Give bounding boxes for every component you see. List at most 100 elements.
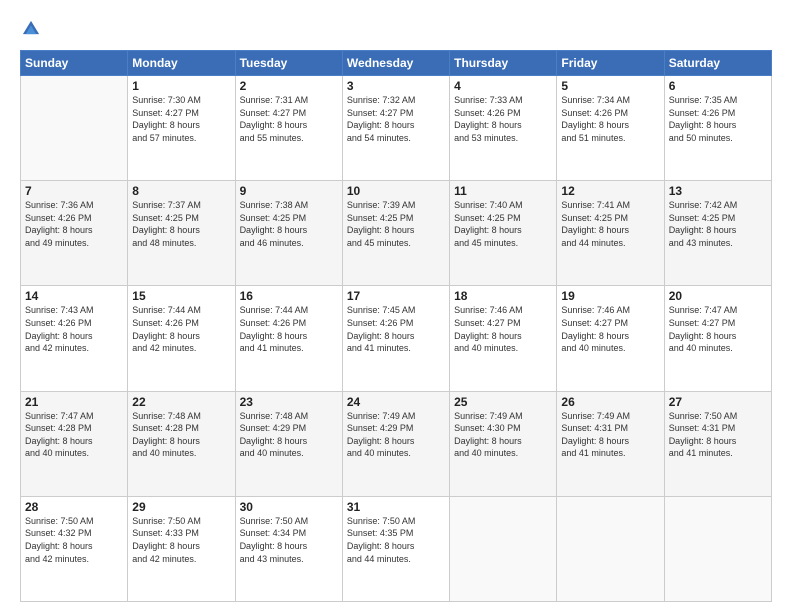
day-info: Sunrise: 7:46 AM Sunset: 4:27 PM Dayligh… bbox=[454, 304, 552, 354]
week-row-1: 1Sunrise: 7:30 AM Sunset: 4:27 PM Daylig… bbox=[21, 76, 772, 181]
day-number: 8 bbox=[132, 184, 230, 198]
day-number: 2 bbox=[240, 79, 338, 93]
day-number: 20 bbox=[669, 289, 767, 303]
day-number: 24 bbox=[347, 395, 445, 409]
day-number: 4 bbox=[454, 79, 552, 93]
calendar-cell: 18Sunrise: 7:46 AM Sunset: 4:27 PM Dayli… bbox=[450, 286, 557, 391]
calendar-cell: 8Sunrise: 7:37 AM Sunset: 4:25 PM Daylig… bbox=[128, 181, 235, 286]
day-number: 27 bbox=[669, 395, 767, 409]
day-info: Sunrise: 7:31 AM Sunset: 4:27 PM Dayligh… bbox=[240, 94, 338, 144]
week-row-4: 21Sunrise: 7:47 AM Sunset: 4:28 PM Dayli… bbox=[21, 391, 772, 496]
calendar-cell: 14Sunrise: 7:43 AM Sunset: 4:26 PM Dayli… bbox=[21, 286, 128, 391]
day-info: Sunrise: 7:44 AM Sunset: 4:26 PM Dayligh… bbox=[240, 304, 338, 354]
day-number: 26 bbox=[561, 395, 659, 409]
calendar-cell: 23Sunrise: 7:48 AM Sunset: 4:29 PM Dayli… bbox=[235, 391, 342, 496]
day-number: 18 bbox=[454, 289, 552, 303]
day-number: 1 bbox=[132, 79, 230, 93]
calendar-cell: 16Sunrise: 7:44 AM Sunset: 4:26 PM Dayli… bbox=[235, 286, 342, 391]
day-number: 21 bbox=[25, 395, 123, 409]
weekday-header-thursday: Thursday bbox=[450, 51, 557, 76]
day-number: 9 bbox=[240, 184, 338, 198]
day-number: 13 bbox=[669, 184, 767, 198]
day-info: Sunrise: 7:41 AM Sunset: 4:25 PM Dayligh… bbox=[561, 199, 659, 249]
day-number: 5 bbox=[561, 79, 659, 93]
day-number: 7 bbox=[25, 184, 123, 198]
calendar-cell: 5Sunrise: 7:34 AM Sunset: 4:26 PM Daylig… bbox=[557, 76, 664, 181]
calendar-cell: 2Sunrise: 7:31 AM Sunset: 4:27 PM Daylig… bbox=[235, 76, 342, 181]
day-number: 28 bbox=[25, 500, 123, 514]
day-info: Sunrise: 7:50 AM Sunset: 4:34 PM Dayligh… bbox=[240, 515, 338, 565]
day-number: 16 bbox=[240, 289, 338, 303]
calendar-cell: 20Sunrise: 7:47 AM Sunset: 4:27 PM Dayli… bbox=[664, 286, 771, 391]
day-info: Sunrise: 7:48 AM Sunset: 4:28 PM Dayligh… bbox=[132, 410, 230, 460]
day-info: Sunrise: 7:37 AM Sunset: 4:25 PM Dayligh… bbox=[132, 199, 230, 249]
day-number: 3 bbox=[347, 79, 445, 93]
day-info: Sunrise: 7:49 AM Sunset: 4:30 PM Dayligh… bbox=[454, 410, 552, 460]
day-number: 6 bbox=[669, 79, 767, 93]
header bbox=[20, 18, 772, 40]
day-info: Sunrise: 7:33 AM Sunset: 4:26 PM Dayligh… bbox=[454, 94, 552, 144]
week-row-5: 28Sunrise: 7:50 AM Sunset: 4:32 PM Dayli… bbox=[21, 496, 772, 601]
weekday-header-row: SundayMondayTuesdayWednesdayThursdayFrid… bbox=[21, 51, 772, 76]
day-info: Sunrise: 7:50 AM Sunset: 4:33 PM Dayligh… bbox=[132, 515, 230, 565]
calendar-cell: 26Sunrise: 7:49 AM Sunset: 4:31 PM Dayli… bbox=[557, 391, 664, 496]
day-info: Sunrise: 7:35 AM Sunset: 4:26 PM Dayligh… bbox=[669, 94, 767, 144]
day-info: Sunrise: 7:44 AM Sunset: 4:26 PM Dayligh… bbox=[132, 304, 230, 354]
day-number: 11 bbox=[454, 184, 552, 198]
calendar-cell: 6Sunrise: 7:35 AM Sunset: 4:26 PM Daylig… bbox=[664, 76, 771, 181]
week-row-2: 7Sunrise: 7:36 AM Sunset: 4:26 PM Daylig… bbox=[21, 181, 772, 286]
day-number: 19 bbox=[561, 289, 659, 303]
day-info: Sunrise: 7:34 AM Sunset: 4:26 PM Dayligh… bbox=[561, 94, 659, 144]
week-row-3: 14Sunrise: 7:43 AM Sunset: 4:26 PM Dayli… bbox=[21, 286, 772, 391]
day-info: Sunrise: 7:46 AM Sunset: 4:27 PM Dayligh… bbox=[561, 304, 659, 354]
calendar-cell: 29Sunrise: 7:50 AM Sunset: 4:33 PM Dayli… bbox=[128, 496, 235, 601]
weekday-header-friday: Friday bbox=[557, 51, 664, 76]
day-info: Sunrise: 7:40 AM Sunset: 4:25 PM Dayligh… bbox=[454, 199, 552, 249]
day-info: Sunrise: 7:48 AM Sunset: 4:29 PM Dayligh… bbox=[240, 410, 338, 460]
day-number: 31 bbox=[347, 500, 445, 514]
calendar-cell: 11Sunrise: 7:40 AM Sunset: 4:25 PM Dayli… bbox=[450, 181, 557, 286]
day-number: 30 bbox=[240, 500, 338, 514]
day-info: Sunrise: 7:47 AM Sunset: 4:27 PM Dayligh… bbox=[669, 304, 767, 354]
day-info: Sunrise: 7:50 AM Sunset: 4:31 PM Dayligh… bbox=[669, 410, 767, 460]
day-info: Sunrise: 7:30 AM Sunset: 4:27 PM Dayligh… bbox=[132, 94, 230, 144]
calendar-cell bbox=[664, 496, 771, 601]
calendar-cell: 4Sunrise: 7:33 AM Sunset: 4:26 PM Daylig… bbox=[450, 76, 557, 181]
calendar-cell: 12Sunrise: 7:41 AM Sunset: 4:25 PM Dayli… bbox=[557, 181, 664, 286]
weekday-header-saturday: Saturday bbox=[664, 51, 771, 76]
day-info: Sunrise: 7:36 AM Sunset: 4:26 PM Dayligh… bbox=[25, 199, 123, 249]
day-number: 12 bbox=[561, 184, 659, 198]
calendar-cell: 19Sunrise: 7:46 AM Sunset: 4:27 PM Dayli… bbox=[557, 286, 664, 391]
calendar-cell: 17Sunrise: 7:45 AM Sunset: 4:26 PM Dayli… bbox=[342, 286, 449, 391]
calendar-cell bbox=[557, 496, 664, 601]
calendar-cell bbox=[21, 76, 128, 181]
calendar-cell: 3Sunrise: 7:32 AM Sunset: 4:27 PM Daylig… bbox=[342, 76, 449, 181]
day-info: Sunrise: 7:42 AM Sunset: 4:25 PM Dayligh… bbox=[669, 199, 767, 249]
weekday-header-sunday: Sunday bbox=[21, 51, 128, 76]
page: SundayMondayTuesdayWednesdayThursdayFrid… bbox=[0, 0, 792, 612]
weekday-header-monday: Monday bbox=[128, 51, 235, 76]
day-number: 23 bbox=[240, 395, 338, 409]
day-info: Sunrise: 7:39 AM Sunset: 4:25 PM Dayligh… bbox=[347, 199, 445, 249]
day-info: Sunrise: 7:50 AM Sunset: 4:32 PM Dayligh… bbox=[25, 515, 123, 565]
weekday-header-wednesday: Wednesday bbox=[342, 51, 449, 76]
calendar-cell: 25Sunrise: 7:49 AM Sunset: 4:30 PM Dayli… bbox=[450, 391, 557, 496]
day-info: Sunrise: 7:43 AM Sunset: 4:26 PM Dayligh… bbox=[25, 304, 123, 354]
calendar-cell: 22Sunrise: 7:48 AM Sunset: 4:28 PM Dayli… bbox=[128, 391, 235, 496]
logo-icon bbox=[20, 18, 42, 40]
calendar-cell bbox=[450, 496, 557, 601]
calendar-cell: 21Sunrise: 7:47 AM Sunset: 4:28 PM Dayli… bbox=[21, 391, 128, 496]
calendar-cell: 1Sunrise: 7:30 AM Sunset: 4:27 PM Daylig… bbox=[128, 76, 235, 181]
day-number: 14 bbox=[25, 289, 123, 303]
calendar-cell: 31Sunrise: 7:50 AM Sunset: 4:35 PM Dayli… bbox=[342, 496, 449, 601]
weekday-header-tuesday: Tuesday bbox=[235, 51, 342, 76]
calendar-cell: 24Sunrise: 7:49 AM Sunset: 4:29 PM Dayli… bbox=[342, 391, 449, 496]
calendar-cell: 7Sunrise: 7:36 AM Sunset: 4:26 PM Daylig… bbox=[21, 181, 128, 286]
calendar-cell: 27Sunrise: 7:50 AM Sunset: 4:31 PM Dayli… bbox=[664, 391, 771, 496]
logo bbox=[20, 18, 46, 40]
day-info: Sunrise: 7:50 AM Sunset: 4:35 PM Dayligh… bbox=[347, 515, 445, 565]
day-info: Sunrise: 7:47 AM Sunset: 4:28 PM Dayligh… bbox=[25, 410, 123, 460]
day-number: 17 bbox=[347, 289, 445, 303]
day-number: 29 bbox=[132, 500, 230, 514]
day-info: Sunrise: 7:49 AM Sunset: 4:31 PM Dayligh… bbox=[561, 410, 659, 460]
